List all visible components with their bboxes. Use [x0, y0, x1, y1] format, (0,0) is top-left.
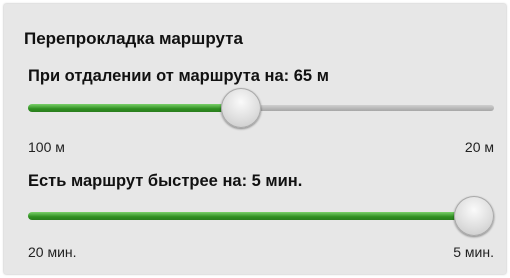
- section-title: Перепрокладка маршрута: [24, 29, 243, 48]
- distance-max-label: 20 м: [464, 139, 494, 155]
- distance-setting-label: При отдалении от маршрута на: 65 м: [28, 67, 329, 85]
- faster-route-min-label: 20 мин.: [28, 244, 77, 260]
- faster-route-setting-label: Есть маршрут быстрее на: 5 мин.: [28, 172, 303, 190]
- faster-route-slider[interactable]: [28, 196, 494, 236]
- faster-route-slider-fill: [28, 212, 474, 220]
- rerouting-settings-panel: Перепрокладка маршрута При отдалении от …: [4, 4, 506, 274]
- distance-slider-thumb[interactable]: [220, 88, 261, 128]
- distance-slider[interactable]: [28, 88, 494, 128]
- distance-min-label: 100 м: [28, 139, 65, 155]
- faster-route-max-label: 5 мин.: [453, 244, 494, 260]
- distance-slider-fill: [28, 104, 241, 112]
- faster-route-slider-thumb[interactable]: [454, 196, 494, 236]
